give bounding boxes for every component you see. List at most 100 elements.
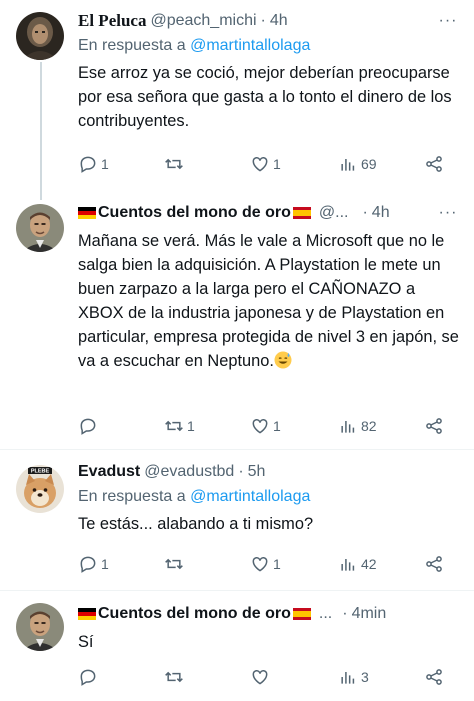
reply-button[interactable]: 1 (78, 154, 109, 174)
reply-count: 1 (101, 156, 109, 172)
separator-dot: · (342, 605, 348, 622)
thread-line (40, 62, 42, 200)
share-icon (426, 418, 442, 434)
user-handle[interactable]: ... (319, 603, 332, 625)
share-icon (426, 556, 442, 572)
heart-icon (252, 556, 268, 572)
reply-prefix: En respuesta a (78, 488, 186, 505)
share-button[interactable] (424, 416, 444, 436)
heart-icon (252, 669, 268, 685)
tweet-cuentos-mono-oro-2[interactable]: Cuentos del mono de oro ... · 4min Sí 3 (0, 591, 474, 701)
reply-mention-link[interactable]: @martintallolaga (190, 37, 310, 54)
retweet-button[interactable] (164, 554, 187, 574)
user-handle[interactable]: @evadustbd (144, 461, 234, 483)
user-handle[interactable]: @peach_michi (150, 10, 256, 32)
views-chart-icon (341, 559, 355, 571)
spain-flag-icon (292, 207, 311, 219)
tweet-header: El Peluca @peach_michi · 4h ··· (78, 10, 460, 32)
reply-button[interactable]: 1 (78, 554, 109, 574)
separator-dot: · (238, 463, 244, 480)
avatar[interactable] (16, 603, 64, 651)
tweet-el-peluca[interactable]: El Peluca @peach_michi · 4h ··· En respu… (0, 0, 474, 200)
like-button[interactable]: 1 (250, 554, 281, 574)
retweet-icon (165, 671, 183, 683)
retweet-button[interactable] (164, 154, 187, 174)
views-chart-icon (341, 159, 355, 171)
avatar[interactable]: PLEBE (16, 465, 64, 513)
like-button[interactable] (250, 667, 273, 687)
reply-button[interactable] (78, 667, 101, 687)
like-count: 1 (273, 418, 281, 434)
germany-flag-icon (78, 608, 96, 620)
tweet-text-body: Mañana se verá. Más le vale a Microsoft … (78, 232, 459, 370)
reply-context: En respuesta a @martintallolaga (78, 486, 460, 508)
tweet-actions: 3 (78, 665, 450, 689)
more-options-icon[interactable]: ··· (438, 11, 458, 31)
views-chart-icon (341, 672, 355, 684)
reply-icon (80, 156, 96, 173)
reply-button[interactable] (78, 416, 101, 436)
views-button[interactable]: 69 (338, 154, 377, 174)
tweet-cuentos-mono-oro-1[interactable]: Cuentos del mono de oro @... · 4h ··· Ma… (0, 196, 474, 448)
views-count: 42 (361, 556, 377, 572)
spain-flag-icon (292, 608, 311, 620)
share-button[interactable] (424, 154, 444, 174)
timestamp[interactable]: 4h (270, 10, 288, 32)
tweet-actions: 1 1 69 (78, 152, 450, 176)
retweet-button[interactable]: 1 (164, 416, 195, 436)
like-button[interactable]: 1 (250, 416, 281, 436)
reply-icon (80, 556, 96, 573)
reply-mention-link[interactable]: @martintallolaga (190, 488, 310, 505)
share-button[interactable] (424, 667, 444, 687)
timestamp[interactable]: 4h (372, 202, 390, 224)
views-chart-icon (341, 421, 355, 433)
avatar-label: PLEBE (31, 469, 50, 475)
avatar-image (16, 12, 64, 60)
share-icon (426, 669, 442, 685)
display-name[interactable]: Evadust (78, 461, 140, 483)
tweet-text: Sí (78, 633, 94, 651)
tweet-header: Cuentos del mono de oro ... · 4min (78, 603, 460, 625)
tweet-evadust[interactable]: PLEBE Evadust @evadustbd · 5h En respues… (0, 450, 474, 592)
germany-flag-icon (78, 207, 96, 219)
share-button[interactable] (424, 554, 444, 574)
reply-prefix: En respuesta a (78, 37, 186, 54)
tweet-text: Ese arroz ya se coció, mejor deberían pr… (78, 64, 452, 130)
views-button[interactable]: 3 (338, 667, 369, 687)
retweet-icon (165, 558, 183, 570)
timestamp[interactable]: 5h (248, 461, 266, 483)
heart-icon (252, 418, 268, 434)
separator-dot: · (362, 204, 368, 221)
retweet-count: 1 (187, 418, 195, 434)
reply-context: En respuesta a @martintallolaga (78, 35, 460, 57)
retweet-icon (165, 158, 183, 170)
tweet-actions: 1 1 82 (78, 414, 450, 438)
tweet-text: Te estás... alabando a ti mismo? (78, 515, 314, 533)
more-options-icon[interactable]: ··· (438, 203, 458, 223)
reply-count: 1 (101, 556, 109, 572)
reply-icon (80, 418, 96, 435)
views-count: 82 (361, 418, 377, 434)
retweet-button[interactable] (164, 667, 187, 687)
avatar[interactable] (16, 204, 64, 252)
avatar[interactable] (16, 12, 64, 60)
like-button[interactable]: 1 (250, 154, 281, 174)
timestamp[interactable]: 4min (352, 603, 387, 625)
avatar-image (16, 204, 64, 252)
views-count: 69 (361, 156, 377, 172)
views-button[interactable]: 42 (338, 554, 377, 574)
avatar-image (16, 603, 64, 651)
tweet-header: Evadust @evadustbd · 5h (78, 461, 460, 483)
tweet-actions: 1 1 42 (78, 552, 450, 576)
share-icon (426, 156, 442, 172)
views-button[interactable]: 82 (338, 416, 377, 436)
sweat-smile-emoji (274, 351, 292, 369)
avatar-image: PLEBE (16, 465, 64, 513)
user-handle[interactable]: @... (319, 202, 349, 224)
display-name[interactable]: El Peluca (78, 10, 146, 32)
retweet-icon (165, 420, 183, 432)
reply-icon (80, 669, 96, 686)
display-name[interactable]: Cuentos del mono de oro (98, 202, 291, 224)
like-count: 1 (273, 156, 281, 172)
display-name[interactable]: Cuentos del mono de oro (98, 603, 291, 625)
